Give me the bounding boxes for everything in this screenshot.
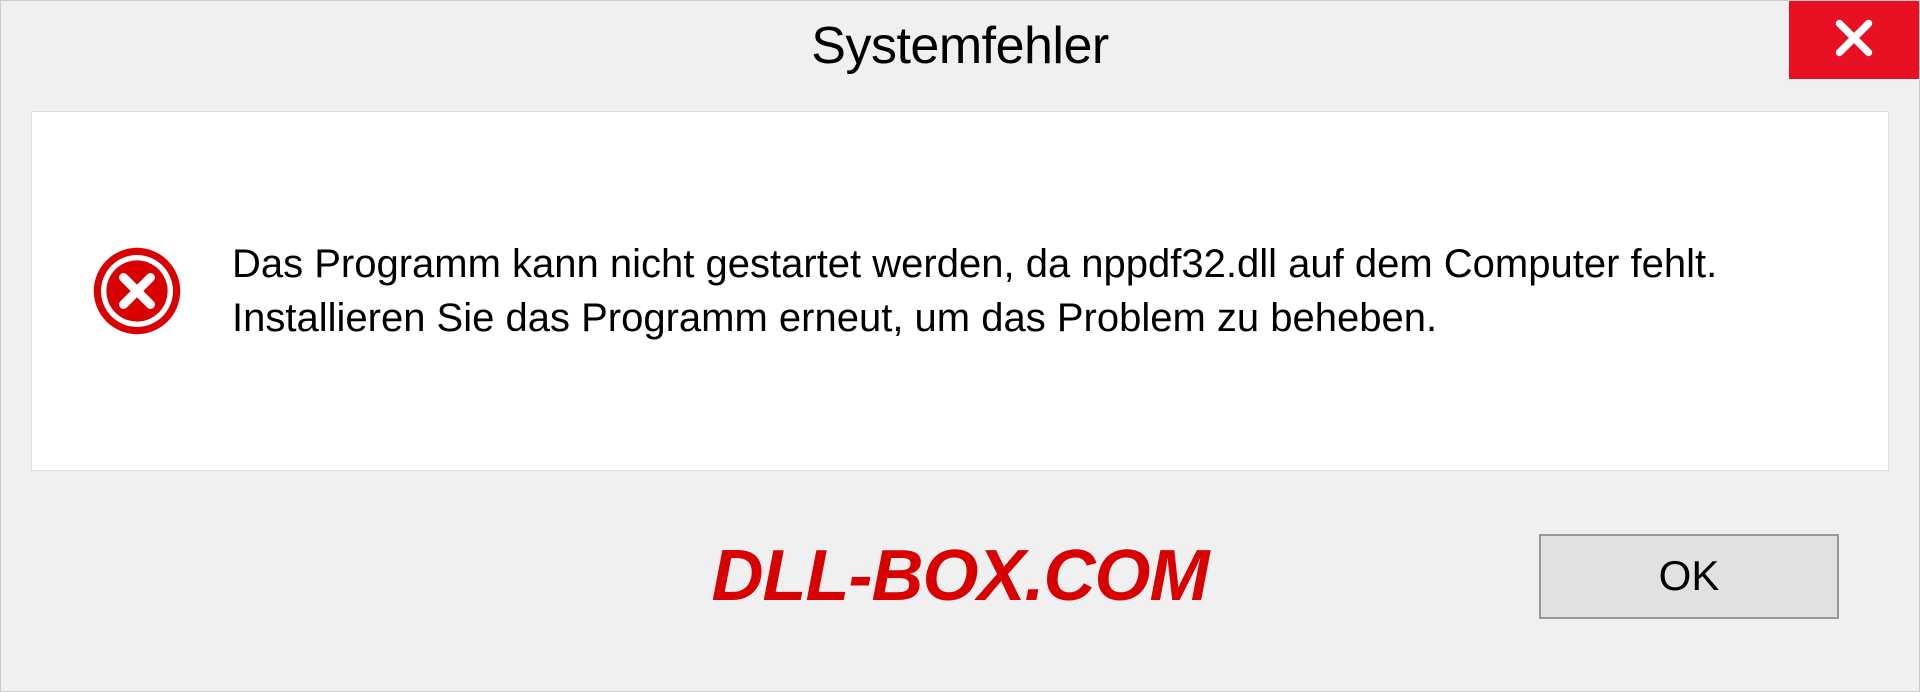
dialog-title: Systemfehler	[811, 16, 1108, 76]
dialog-footer: DLL-BOX.COM OK	[1, 491, 1919, 691]
close-button[interactable]	[1789, 1, 1919, 79]
titlebar: Systemfehler	[1, 1, 1919, 91]
ok-button[interactable]: OK	[1539, 534, 1839, 619]
watermark-text: DLL-BOX.COM	[712, 535, 1209, 617]
content-panel: Das Programm kann nicht gestartet werden…	[31, 111, 1889, 471]
close-icon	[1829, 13, 1879, 68]
error-dialog: Systemfehler Das Programm kann nicht ges…	[0, 0, 1920, 692]
error-message: Das Programm kann nicht gestartet werden…	[232, 237, 1782, 345]
error-icon	[92, 246, 182, 336]
